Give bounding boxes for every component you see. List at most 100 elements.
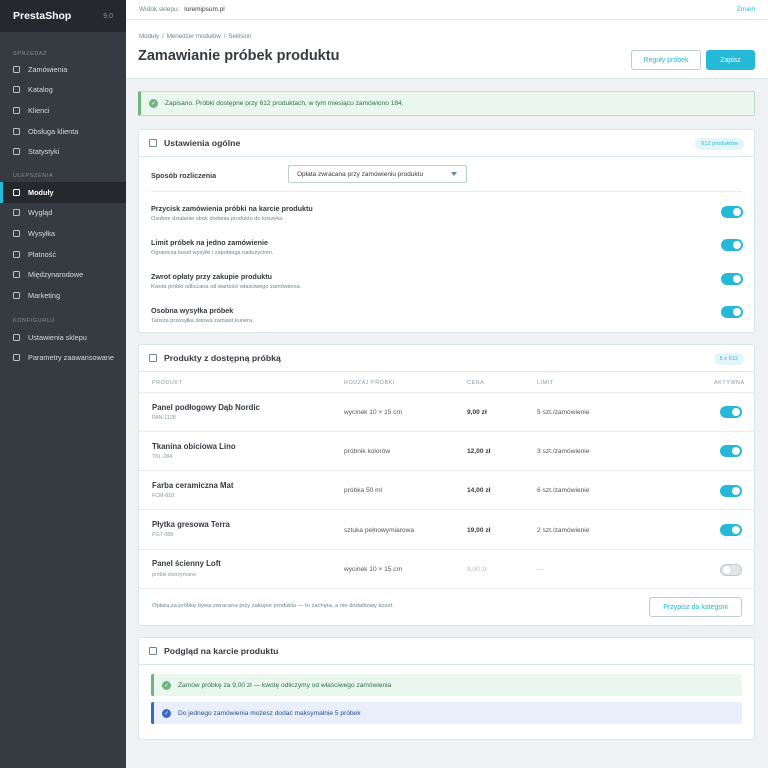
product-active-toggle[interactable] <box>720 445 742 457</box>
breadcrumb-module-manager[interactable]: Menedżer modułów <box>167 33 221 40</box>
catalog-icon <box>13 86 20 94</box>
preview-title: Podgląd na karcie produktu <box>164 646 279 656</box>
sidebar-item-design[interactable]: Wygląd <box>0 203 126 224</box>
nav-section-improve: ULEPSZENIA <box>13 173 54 179</box>
sample-type: próbnik kolorów <box>344 448 391 455</box>
shop-parameters-icon <box>13 333 20 341</box>
sidebar-item-shipping[interactable]: Wysyłka <box>0 223 126 244</box>
products-header: Produkty z dostępną próbką 5 z 612 <box>139 345 754 372</box>
product-sku: próbki wstrzymane <box>152 572 197 578</box>
product-active-toggle[interactable] <box>720 406 742 418</box>
stats-icon <box>13 148 20 156</box>
product-active-toggle[interactable] <box>720 524 742 536</box>
option-sample-button: Przycisk zamówienia próbki na karcie pro… <box>151 204 313 222</box>
sample-type: wycinek 10 × 15 cm <box>344 566 403 573</box>
option-sample-limit: Limit próbek na jedno zamówienie Ogranic… <box>151 238 274 256</box>
column-product: PRODUKT <box>152 380 183 386</box>
divider <box>151 191 742 192</box>
product-active-toggle[interactable] <box>720 485 742 497</box>
sidebar-item-shop-parameters[interactable]: Ustawienia sklepu <box>0 327 126 348</box>
sample-limit-toggle[interactable] <box>721 239 743 251</box>
row-divider <box>139 549 754 550</box>
nav-section-configure: KONFIGURUJ <box>13 318 55 324</box>
products-active-badge: 5 z 612 <box>713 353 744 365</box>
marketing-icon <box>13 291 20 299</box>
table-divider <box>139 392 754 393</box>
column-limit: LIMIT <box>537 380 554 386</box>
nav-section-sales: SPRZEDAŻ <box>13 51 48 57</box>
prestashop-logo[interactable]: PrestaShop <box>13 10 71 22</box>
products-title: Produkty z dostępną próbką <box>164 353 281 363</box>
product-name[interactable]: Panel ścienny Loft <box>152 559 221 568</box>
breadcrumb-modules[interactable]: Moduły <box>139 33 159 40</box>
product-name[interactable]: Tkanina obiciowa Lino <box>152 442 236 451</box>
payment-icon <box>13 250 20 258</box>
international-icon <box>13 271 20 279</box>
column-sample-type: RODZAJ PRÓBKI <box>344 380 395 386</box>
sidebar-item-advanced-parameters[interactable]: Parametry zaawansowane <box>0 348 126 369</box>
general-settings-header: Ustawienia ogólne 612 produktów <box>139 130 754 157</box>
success-alert: ✓ Zapisano. Próbki dostępne przy 612 pro… <box>138 91 755 116</box>
breadcrumb-current: Sellision <box>228 33 252 40</box>
orders-icon <box>13 65 20 73</box>
chevron-down-icon <box>451 172 457 176</box>
sample-price: 9,00 zł <box>467 409 487 416</box>
refund-toggle[interactable] <box>721 273 743 285</box>
sidebar-item-customer-service[interactable]: Obsługa klienta <box>0 121 126 142</box>
sample-button-toggle[interactable] <box>721 206 743 218</box>
topbar: Widok sklepu: loremipsum.pl Zmień <box>126 0 768 20</box>
version-label: 9.0 <box>103 12 113 20</box>
modules-icon <box>13 188 20 196</box>
billing-method-select[interactable]: Opłata zwracana przy zamówieniu produktu <box>288 165 467 183</box>
sidebar: PrestaShop 9.0 SPRZEDAŻ Zamówienia Katal… <box>0 0 126 768</box>
preview-icon <box>149 647 157 655</box>
general-settings-card: Ustawienia ogólne 612 produktów Sposób r… <box>138 129 755 333</box>
settings-icon <box>149 139 157 147</box>
sidebar-item-orders[interactable]: Zamówienia <box>0 59 126 80</box>
product-name[interactable]: Płytka gresowa Terra <box>152 520 230 529</box>
row-divider <box>139 431 754 432</box>
row-divider <box>139 588 754 589</box>
products-count-badge: 612 produktów <box>695 138 744 150</box>
preview-sample-limit-notice: ✓ Do jednego zamówienia możesz dodać mak… <box>151 702 742 724</box>
product-sku: TKL-284 <box>152 454 173 460</box>
sidebar-item-marketing[interactable]: Marketing <box>0 285 126 306</box>
save-button[interactable]: Zapisz <box>706 50 755 70</box>
sidebar-item-stats[interactable]: Statystyki <box>0 141 126 162</box>
success-alert-text: Zapisano. Próbki dostępne przy 612 produ… <box>165 100 404 107</box>
sidebar-item-modules[interactable]: Moduły <box>0 182 126 203</box>
sample-rules-button[interactable]: Reguły próbek <box>631 50 701 70</box>
shop-view-label: Widok sklepu: <box>139 6 180 13</box>
product-sku: PAN-1128 <box>152 415 176 421</box>
row-divider <box>139 509 754 510</box>
shop-view-link[interactable]: loremipsum.pl <box>184 6 224 13</box>
sidebar-item-catalog[interactable]: Katalog <box>0 80 126 101</box>
shop-view: Widok sklepu: loremipsum.pl <box>139 6 225 13</box>
sample-price: 9,00 zł <box>467 566 487 573</box>
sidebar-item-payment[interactable]: Płatność <box>0 244 126 265</box>
sample-price: 14,00 zł <box>467 487 491 494</box>
customers-icon <box>13 106 20 114</box>
separate-shipping-toggle[interactable] <box>721 306 743 318</box>
change-shop-link[interactable]: Zmień <box>737 6 755 13</box>
product-name[interactable]: Farba ceramiczna Mat <box>152 481 233 490</box>
products-icon <box>149 354 157 362</box>
product-active-toggle[interactable] <box>720 564 742 576</box>
sample-limit: 5 szt./zamówienie <box>537 409 590 416</box>
design-icon <box>13 209 20 217</box>
option-separate-shipping: Osobna wysyłka próbek Tańsza przesyłka l… <box>151 306 254 324</box>
shipping-icon <box>13 229 20 237</box>
product-sku: FCM-818 <box>152 493 175 499</box>
check-circle-icon: ✓ <box>162 680 171 690</box>
page-header: Moduły / Menedżer modułów / Sellision Zamawi… <box>126 20 768 79</box>
check-circle-icon: ✓ <box>149 99 158 108</box>
sample-type: próbka 50 ml <box>344 487 383 494</box>
column-active: AKTYWNA <box>714 380 745 386</box>
product-name[interactable]: Panel podłogowy Dąb Nordic <box>152 403 260 412</box>
brand-bar: PrestaShop 9.0 <box>0 0 126 32</box>
sidebar-item-international[interactable]: Międzynarodowe <box>0 264 126 285</box>
sample-price: 12,00 zł <box>467 448 491 455</box>
sidebar-item-customers[interactable]: Klienci <box>0 100 126 121</box>
assign-to-category-button[interactable]: Przypisz do kategorii <box>649 597 742 617</box>
customer-service-icon <box>13 127 20 135</box>
